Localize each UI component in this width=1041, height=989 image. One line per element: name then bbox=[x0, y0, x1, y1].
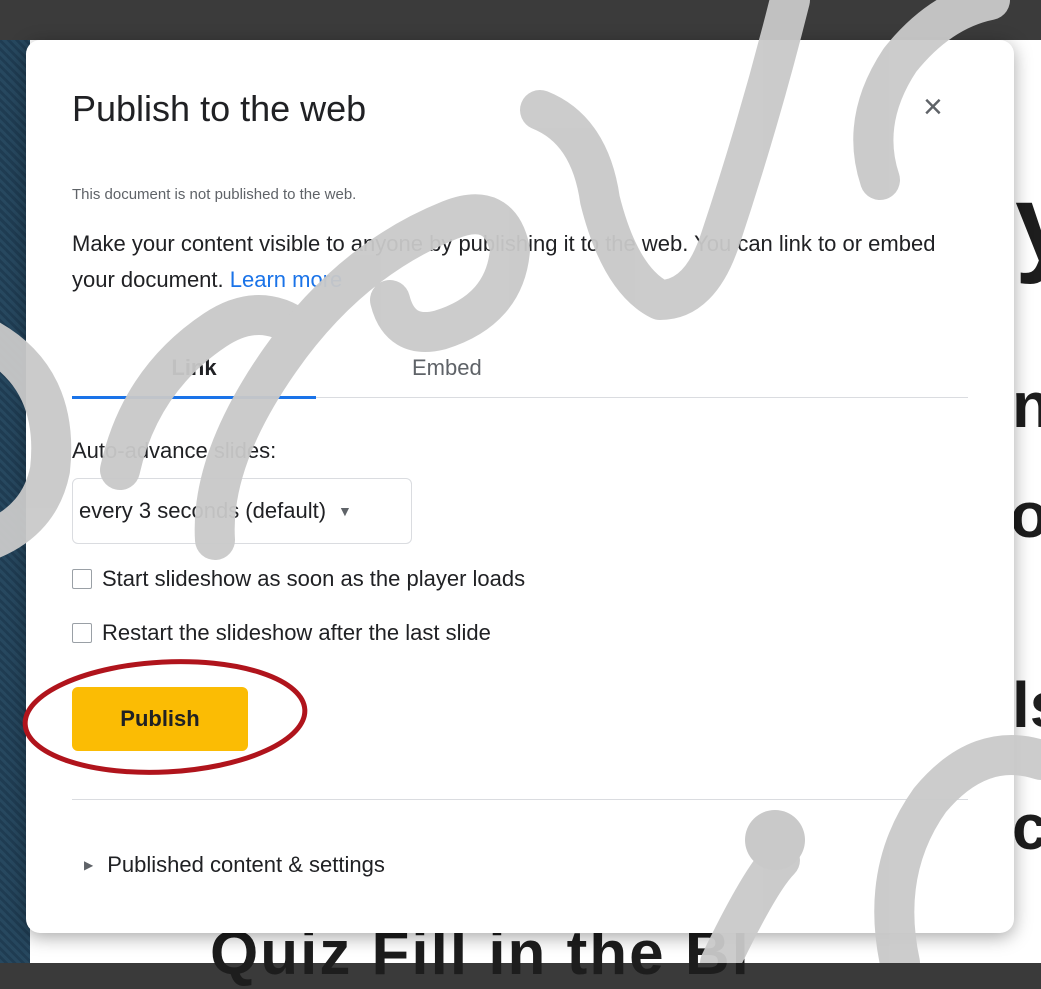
close-icon[interactable]: × bbox=[923, 90, 943, 124]
tab-embed[interactable]: Embed bbox=[412, 355, 482, 381]
restart-checkbox-row[interactable]: Restart the slideshow after the last sli… bbox=[72, 620, 491, 646]
learn-more-link[interactable]: Learn more bbox=[230, 267, 343, 292]
auto-advance-label: Auto-advance slides: bbox=[72, 438, 277, 463]
section-divider bbox=[72, 799, 968, 800]
caret-down-icon: ▼ bbox=[338, 503, 352, 519]
expand-triangle-icon: ▶ bbox=[84, 858, 94, 872]
start-on-load-checkbox-row[interactable]: Start slideshow as soon as the player lo… bbox=[72, 566, 525, 592]
active-tab-indicator bbox=[72, 396, 316, 399]
ruler-bar bbox=[0, 0, 1041, 41]
slide-letter: n bbox=[1012, 369, 1041, 441]
auto-advance-value: every 3 seconds (default) bbox=[79, 498, 327, 523]
restart-label: Restart the slideshow after the last sli… bbox=[102, 620, 491, 645]
restart-checkbox[interactable] bbox=[72, 623, 92, 643]
publish-dialog: Publish to the web × This document is no… bbox=[26, 40, 1014, 933]
slide-letter: ls bbox=[1012, 669, 1041, 741]
start-on-load-checkbox[interactable] bbox=[72, 569, 92, 589]
slide-letter: o bbox=[1010, 479, 1041, 551]
dialog-title: Publish to the web bbox=[72, 88, 367, 129]
slide-letter: c bbox=[1012, 791, 1041, 863]
publish-button[interactable]: Publish bbox=[72, 687, 248, 751]
tab-bar: Link Embed bbox=[72, 345, 968, 399]
start-on-load-label: Start slideshow as soon as the player lo… bbox=[102, 566, 526, 591]
published-settings-toggle[interactable]: ▶ Published content & settings bbox=[84, 852, 385, 878]
publish-status-text: This document is not published to the we… bbox=[72, 186, 357, 203]
description-text: Make your content visible to anyone by p… bbox=[72, 231, 936, 292]
slide-letter: y bbox=[1015, 160, 1041, 287]
dialog-description: Make your content visible to anyone by p… bbox=[72, 226, 972, 298]
published-settings-label: Published content & settings bbox=[107, 852, 385, 877]
tab-link[interactable]: Link bbox=[72, 355, 316, 381]
auto-advance-select[interactable]: every 3 seconds (default) ▼ bbox=[72, 478, 412, 544]
